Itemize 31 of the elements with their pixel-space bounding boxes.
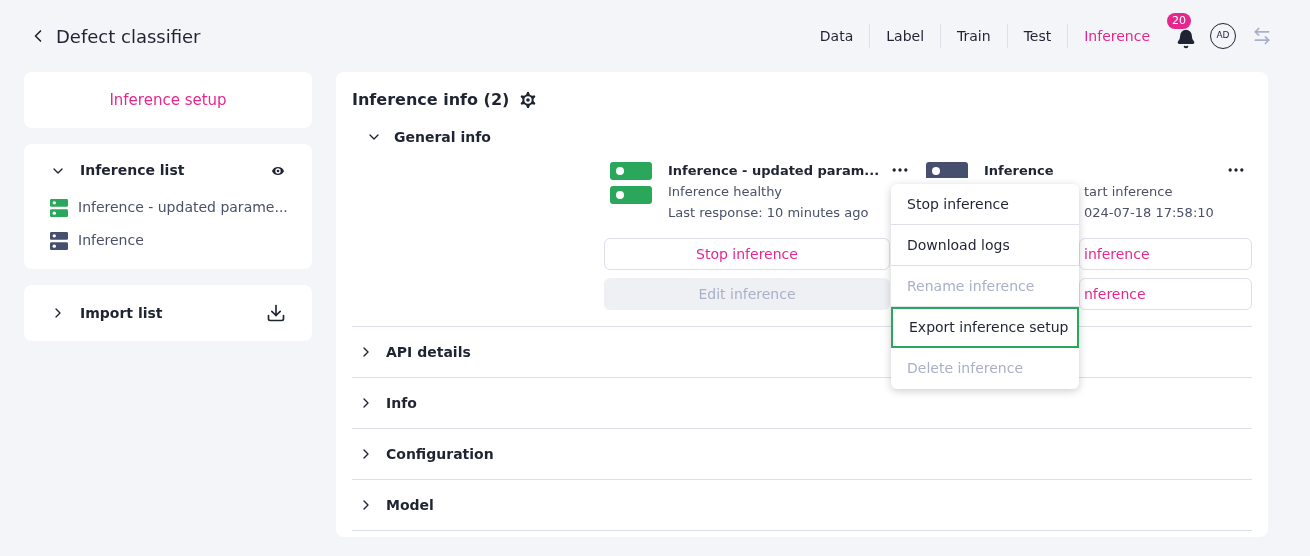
- section-title: API details: [386, 342, 471, 362]
- card-button[interactable]: Stop inference: [604, 238, 890, 270]
- nav-tab[interactable]: Inference: [1068, 25, 1166, 47]
- card-timestamp: Last response: 10 minutes ago: [668, 204, 870, 222]
- section-title: Info: [386, 393, 417, 413]
- nav-tab[interactable]: Train: [941, 25, 1007, 47]
- card-button[interactable]: inference: [1079, 238, 1252, 270]
- inference-list-item[interactable]: Inference - updated parame...: [78, 197, 288, 218]
- notification-icon[interactable]: [1176, 29, 1196, 49]
- notification-badge: 20: [1167, 13, 1191, 29]
- nav-tab[interactable]: Test: [1007, 25, 1068, 47]
- section-title: Model: [386, 495, 434, 515]
- download-icon[interactable]: [266, 303, 286, 323]
- page-title: Defect classifier: [56, 24, 201, 49]
- panel-title: Inference info (2): [352, 89, 510, 111]
- inference-list-item[interactable]: Inference: [78, 230, 144, 251]
- menu-item[interactable]: Export inference setup: [891, 307, 1079, 348]
- card-title: Inference - updated param...: [668, 162, 881, 180]
- card-title: Inference: [984, 162, 1055, 180]
- nav-tab[interactable]: Data: [803, 25, 870, 47]
- card-status: Inference healthy: [668, 183, 784, 201]
- section-title: Import list: [80, 303, 163, 323]
- card-status: tart inference: [1083, 183, 1174, 201]
- card-button[interactable]: nference: [1079, 278, 1252, 310]
- inference-setup-button[interactable]: Inference setup: [24, 72, 312, 128]
- menu-item[interactable]: Download logs: [891, 225, 1079, 266]
- section-title: General info: [394, 127, 491, 147]
- menu-item[interactable]: Stop inference: [891, 184, 1079, 225]
- section-title: Inference list: [80, 161, 185, 180]
- section-title: Configuration: [386, 444, 494, 464]
- nav-tab[interactable]: Label: [870, 25, 941, 47]
